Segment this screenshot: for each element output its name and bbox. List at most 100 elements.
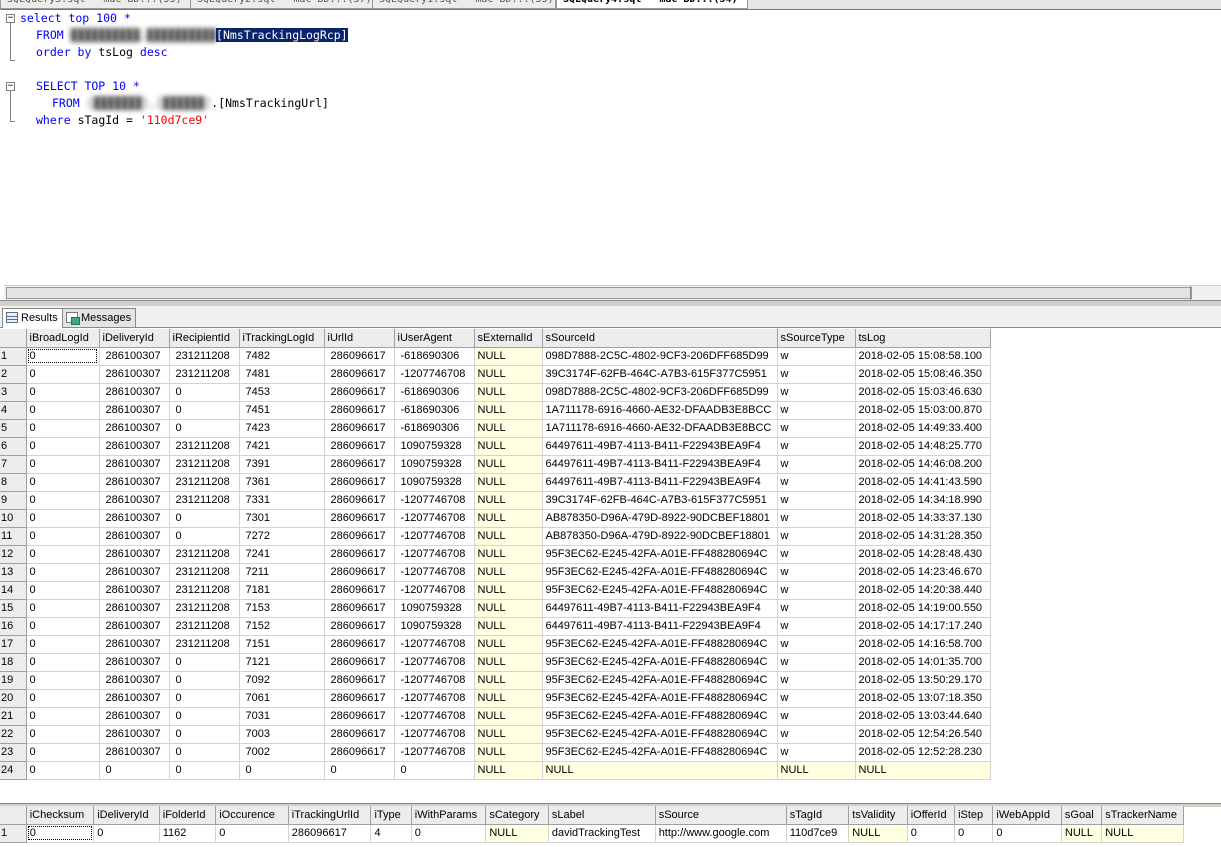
table-cell[interactable]: 231211208 [169, 365, 240, 384]
table-cell[interactable]: w [777, 545, 856, 564]
table-cell[interactable]: 7002 [239, 743, 325, 762]
table-cell[interactable]: NULL [474, 437, 543, 456]
table-cell[interactable]: 2018-02-05 14:41:43.590 [855, 473, 991, 492]
row-header[interactable]: 2 [0, 365, 27, 384]
table-cell[interactable]: 286096617 [324, 437, 395, 456]
table-cell[interactable]: NULL [474, 671, 543, 690]
table-cell[interactable]: -1207746708 [394, 689, 475, 708]
table-cell[interactable]: -1207746708 [394, 365, 475, 384]
column-header-sExternalId[interactable]: sExternalId [474, 329, 543, 348]
table-cell[interactable]: 0 [169, 653, 240, 672]
table-cell[interactable]: 0 [26, 824, 95, 843]
row-header[interactable]: 12 [0, 545, 27, 564]
table-cell[interactable]: 286096617 [324, 509, 395, 528]
table-cell[interactable]: 286100307 [99, 491, 170, 510]
table-cell[interactable]: NULL [474, 653, 543, 672]
row-header[interactable]: 21 [0, 707, 27, 726]
table-cell[interactable]: 231211208 [169, 617, 240, 636]
grid-corner-select-all[interactable] [0, 806, 27, 825]
table-cell[interactable]: 7423 [239, 419, 325, 438]
table-cell[interactable]: NULL [474, 491, 543, 510]
table-cell[interactable]: 7391 [239, 455, 325, 474]
table-cell[interactable]: w [777, 365, 856, 384]
column-header-sSourceId[interactable]: sSourceId [542, 329, 778, 348]
table-cell[interactable]: 1090759328 [394, 617, 475, 636]
table-cell[interactable]: 0 [26, 617, 100, 636]
results-grid-2[interactable]: iChecksum iDeliveryId iFolderId iOccurence i… [0, 806, 1184, 843]
table-row[interactable]: 15 0 286100307 231211208 7153 286096617 109075… [0, 599, 991, 618]
table-cell[interactable]: w [777, 437, 856, 456]
table-cell[interactable]: 2018-02-05 15:03:46.630 [855, 383, 991, 402]
table-row[interactable]: 22 0 286100307 0 7003 286096617 -1207746708 NUL… [0, 725, 991, 744]
table-cell[interactable]: 2018-02-05 12:54:26.540 [855, 725, 991, 744]
table-cell[interactable]: NULL [474, 365, 543, 384]
table-cell[interactable]: 0 [26, 671, 100, 690]
table-cell[interactable]: 0 [26, 527, 100, 546]
table-cell[interactable]: 95F3EC62-E245-42FA-A01E-FF488280694C [542, 581, 778, 600]
table-cell[interactable]: 7031 [239, 707, 325, 726]
table-cell[interactable]: 2018-02-05 14:34:18.990 [855, 491, 991, 510]
table-cell[interactable]: NULL [474, 401, 543, 420]
table-row[interactable]: 2 0 286100307 231211208 7481 286096617 -120774… [0, 365, 991, 384]
table-cell[interactable]: 1A711178-6916-4660-AE32-DFAADB3E8BCC [542, 419, 778, 438]
column-header-iUserAgent[interactable]: iUserAgent [394, 329, 475, 348]
table-cell[interactable]: 2018-02-05 14:01:35.700 [855, 653, 991, 672]
table-row[interactable]: 24 0 0 0 0 0 0 NULL NULL NULL NULL [0, 761, 991, 780]
table-cell[interactable]: 0 [239, 761, 325, 780]
table-cell[interactable]: 0 [26, 347, 100, 366]
table-cell[interactable]: 7453 [239, 383, 325, 402]
table-cell[interactable]: 286100307 [99, 617, 170, 636]
table-cell[interactable]: w [777, 671, 856, 690]
table-cell[interactable]: NULL [848, 824, 908, 843]
table-cell[interactable]: NULL [474, 455, 543, 474]
table-cell[interactable]: 7301 [239, 509, 325, 528]
table-cell[interactable]: w [777, 455, 856, 474]
table-cell[interactable]: 286096617 [324, 581, 395, 600]
table-cell[interactable]: w [777, 581, 856, 600]
column-header-iTrackingLogId[interactable]: iTrackingLogId [239, 329, 325, 348]
table-cell[interactable]: 7092 [239, 671, 325, 690]
row-header[interactable]: 24 [0, 761, 27, 780]
table-cell[interactable]: 286100307 [99, 419, 170, 438]
row-header[interactable]: 6 [0, 437, 27, 456]
table-cell[interactable]: 0 [26, 545, 100, 564]
table-cell[interactable]: 95F3EC62-E245-42FA-A01E-FF488280694C [542, 689, 778, 708]
table-cell[interactable]: AB878350-D96A-479D-8922-90DCBEF18801 [542, 509, 778, 528]
table-cell[interactable]: 95F3EC62-E245-42FA-A01E-FF488280694C [542, 635, 778, 654]
table-row[interactable]: 9 0 286100307 231211208 7331 286096617 -120774… [0, 491, 991, 510]
document-tab-3[interactable]: SQLQuery1.sql - mac-BD...(53) [372, 0, 556, 9]
table-cell[interactable]: 0 [169, 743, 240, 762]
table-cell[interactable]: 0 [394, 761, 475, 780]
table-cell[interactable]: 2018-02-05 14:49:33.400 [855, 419, 991, 438]
table-cell[interactable]: NULL [474, 383, 543, 402]
table-cell[interactable]: -618690306 [394, 419, 475, 438]
table-cell[interactable]: 0 [26, 401, 100, 420]
table-cell[interactable]: 95F3EC62-E245-42FA-A01E-FF488280694C [542, 545, 778, 564]
table-cell[interactable]: 0 [26, 509, 100, 528]
table-cell[interactable]: 231211208 [169, 599, 240, 618]
row-header[interactable]: 10 [0, 509, 27, 528]
table-cell[interactable]: AB878350-D96A-479D-8922-90DCBEF18801 [542, 527, 778, 546]
table-cell[interactable]: 286100307 [99, 347, 170, 366]
row-header[interactable]: 8 [0, 473, 27, 492]
table-cell[interactable]: 0 [954, 824, 994, 843]
column-header-sSource[interactable]: sSource [655, 806, 787, 825]
table-cell[interactable]: 286096617 [324, 725, 395, 744]
table-cell[interactable]: 2018-02-05 14:19:00.550 [855, 599, 991, 618]
table-cell[interactable]: NULL [474, 761, 543, 780]
table-row[interactable]: 1 0 286100307 231211208 7482 286096617 -618690… [0, 347, 991, 366]
table-cell[interactable]: 0 [169, 419, 240, 438]
table-cell[interactable]: 95F3EC62-E245-42FA-A01E-FF488280694C [542, 653, 778, 672]
table-cell[interactable]: 0 [26, 419, 100, 438]
table-cell[interactable]: -618690306 [394, 401, 475, 420]
table-cell[interactable]: w [777, 707, 856, 726]
table-cell[interactable]: 286100307 [99, 581, 170, 600]
column-header-iFolderId[interactable]: iFolderId [159, 806, 217, 825]
table-cell[interactable]: 231211208 [169, 635, 240, 654]
row-header[interactable]: 9 [0, 491, 27, 510]
table-cell[interactable]: w [777, 689, 856, 708]
table-cell[interactable]: NULL [474, 635, 543, 654]
table-cell[interactable]: -1207746708 [394, 671, 475, 690]
table-cell[interactable]: 0 [26, 455, 100, 474]
table-cell[interactable]: 7361 [239, 473, 325, 492]
